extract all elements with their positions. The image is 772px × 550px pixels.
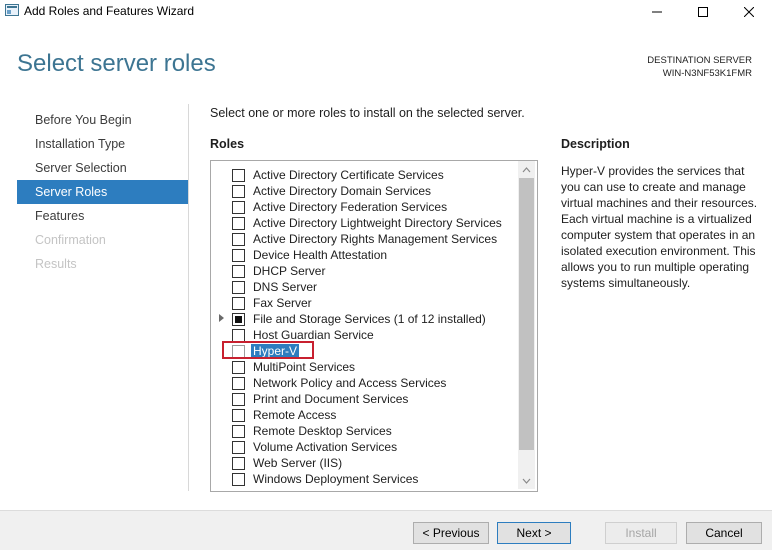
role-row[interactable]: Active Directory Lightweight Directory S… bbox=[211, 216, 517, 232]
role-label[interactable]: Remote Access bbox=[253, 408, 336, 423]
role-row[interactable]: Remote Desktop Services bbox=[211, 424, 517, 440]
role-row[interactable]: Volume Activation Services bbox=[211, 440, 517, 456]
nav-item-features[interactable]: Features bbox=[17, 204, 188, 228]
description-heading: Description bbox=[561, 137, 630, 151]
role-row[interactable]: Windows Deployment Services bbox=[211, 472, 517, 488]
title-bar: Add Roles and Features Wizard bbox=[0, 0, 772, 24]
install-button: Install bbox=[605, 522, 677, 544]
role-row[interactable]: MultiPoint Services bbox=[211, 360, 517, 376]
roles-heading: Roles bbox=[210, 137, 245, 151]
description-text: Hyper-V provides the services that you c… bbox=[561, 164, 758, 290]
role-label[interactable]: Hyper-V bbox=[251, 344, 300, 359]
nav-divider bbox=[188, 104, 189, 491]
role-row[interactable]: Active Directory Certificate Services bbox=[211, 168, 517, 184]
role-label[interactable]: Device Health Attestation bbox=[253, 248, 387, 263]
role-checkbox[interactable] bbox=[232, 329, 245, 342]
role-label[interactable]: Active Directory Federation Services bbox=[253, 200, 447, 215]
role-row[interactable]: DHCP Server bbox=[211, 264, 517, 280]
role-checkbox[interactable] bbox=[232, 409, 245, 422]
role-label[interactable]: DNS Server bbox=[253, 280, 317, 295]
role-label[interactable]: File and Storage Services (1 of 12 insta… bbox=[253, 312, 486, 327]
role-row[interactable]: Network Policy and Access Services bbox=[211, 376, 517, 392]
role-checkbox[interactable] bbox=[232, 361, 245, 374]
role-checkbox[interactable] bbox=[232, 169, 245, 182]
role-row[interactable]: Fax Server bbox=[211, 296, 517, 312]
role-row[interactable]: DNS Server bbox=[211, 280, 517, 296]
role-checkbox[interactable] bbox=[232, 457, 245, 470]
role-checkbox[interactable] bbox=[232, 217, 245, 230]
minimize-button[interactable] bbox=[634, 0, 680, 24]
close-icon bbox=[744, 7, 754, 17]
role-label[interactable]: MultiPoint Services bbox=[253, 360, 355, 375]
maximize-icon bbox=[698, 7, 708, 17]
role-row[interactable]: Web Server (IIS) bbox=[211, 456, 517, 472]
role-row[interactable]: File and Storage Services (1 of 12 insta… bbox=[211, 312, 517, 328]
role-row[interactable]: Print and Document Services bbox=[211, 392, 517, 408]
role-label[interactable]: Remote Desktop Services bbox=[253, 424, 392, 439]
role-checkbox[interactable] bbox=[232, 393, 245, 406]
role-checkbox[interactable] bbox=[232, 185, 245, 198]
chevron-down-icon bbox=[522, 478, 531, 484]
role-label[interactable]: Active Directory Rights Management Servi… bbox=[253, 232, 497, 247]
role-checkbox[interactable] bbox=[232, 249, 245, 262]
expand-arrow-icon[interactable] bbox=[219, 314, 224, 322]
role-row[interactable]: Device Health Attestation bbox=[211, 248, 517, 264]
role-checkbox[interactable] bbox=[232, 377, 245, 390]
role-label[interactable]: Active Directory Domain Services bbox=[253, 184, 431, 199]
instruction-text: Select one or more roles to install on t… bbox=[210, 106, 525, 120]
roles-list[interactable]: Windows Deployment Services Web Server (I… bbox=[210, 160, 538, 492]
nav-item-results: Results bbox=[35, 257, 77, 271]
destination-server-info: DESTINATION SERVER WIN-N3NF53K1FMR bbox=[647, 54, 752, 80]
role-checkbox[interactable] bbox=[232, 345, 245, 358]
window-title: Add Roles and Features Wizard bbox=[24, 4, 195, 18]
minimize-icon bbox=[652, 11, 662, 13]
nav-item-server-roles[interactable]: Server Roles bbox=[17, 180, 188, 204]
role-label[interactable]: Windows Deployment Services bbox=[253, 472, 418, 487]
role-label[interactable]: Volume Activation Services bbox=[253, 440, 397, 455]
role-checkbox[interactable] bbox=[232, 425, 245, 438]
destination-server-name: WIN-N3NF53K1FMR bbox=[662, 68, 752, 79]
role-label[interactable]: Active Directory Certificate Services bbox=[253, 168, 444, 183]
role-checkbox[interactable] bbox=[232, 281, 245, 294]
page-title: Select server roles bbox=[17, 50, 216, 77]
role-row[interactable]: Active Directory Domain Services bbox=[211, 184, 517, 200]
nav-item-installation-type[interactable]: Installation Type bbox=[17, 132, 188, 156]
wizard-app-icon bbox=[5, 4, 19, 16]
wizard-nav: Before You Begin Installation Type Serve… bbox=[17, 108, 188, 276]
chevron-up-icon bbox=[522, 166, 531, 172]
role-label[interactable]: Host Guardian Service bbox=[253, 328, 374, 343]
role-label[interactable]: Network Policy and Access Services bbox=[253, 376, 446, 391]
next-button[interactable]: Next > bbox=[497, 522, 571, 544]
destination-label: DESTINATION SERVER bbox=[647, 55, 752, 66]
cancel-button[interactable]: Cancel bbox=[686, 522, 762, 544]
role-row[interactable]: Active Directory Federation Services bbox=[211, 200, 517, 216]
role-checkbox[interactable] bbox=[232, 473, 245, 486]
role-checkbox[interactable] bbox=[232, 297, 245, 310]
scroll-up-button[interactable] bbox=[518, 161, 535, 178]
role-checkbox[interactable] bbox=[232, 201, 245, 214]
previous-button[interactable]: < Previous bbox=[413, 522, 489, 544]
role-row[interactable]: Active Directory Rights Management Servi… bbox=[211, 232, 517, 248]
role-label[interactable]: Print and Document Services bbox=[253, 392, 408, 407]
nav-item-before-you-begin[interactable]: Before You Begin bbox=[17, 108, 188, 132]
nav-item-server-selection[interactable]: Server Selection bbox=[17, 156, 188, 180]
scroll-down-button[interactable] bbox=[518, 472, 535, 489]
role-label[interactable]: Active Directory Lightweight Directory S… bbox=[253, 216, 502, 231]
close-button[interactable] bbox=[726, 0, 772, 24]
role-label[interactable]: DHCP Server bbox=[253, 264, 325, 279]
role-row[interactable]: Host Guardian Service bbox=[211, 328, 517, 344]
role-checkbox[interactable] bbox=[232, 441, 245, 454]
role-label[interactable]: Fax Server bbox=[253, 296, 312, 311]
role-checkbox[interactable] bbox=[232, 265, 245, 278]
role-row[interactable]: Hyper-V bbox=[211, 344, 517, 360]
role-row[interactable]: Remote Access bbox=[211, 408, 517, 424]
scroll-thumb[interactable] bbox=[519, 178, 534, 450]
nav-item-confirmation: Confirmation bbox=[35, 233, 106, 247]
role-checkbox[interactable] bbox=[232, 233, 245, 246]
maximize-button[interactable] bbox=[680, 0, 726, 24]
roles-scrollbar[interactable] bbox=[518, 161, 535, 489]
role-label[interactable]: Web Server (IIS) bbox=[253, 456, 342, 471]
role-checkbox[interactable] bbox=[232, 313, 245, 326]
